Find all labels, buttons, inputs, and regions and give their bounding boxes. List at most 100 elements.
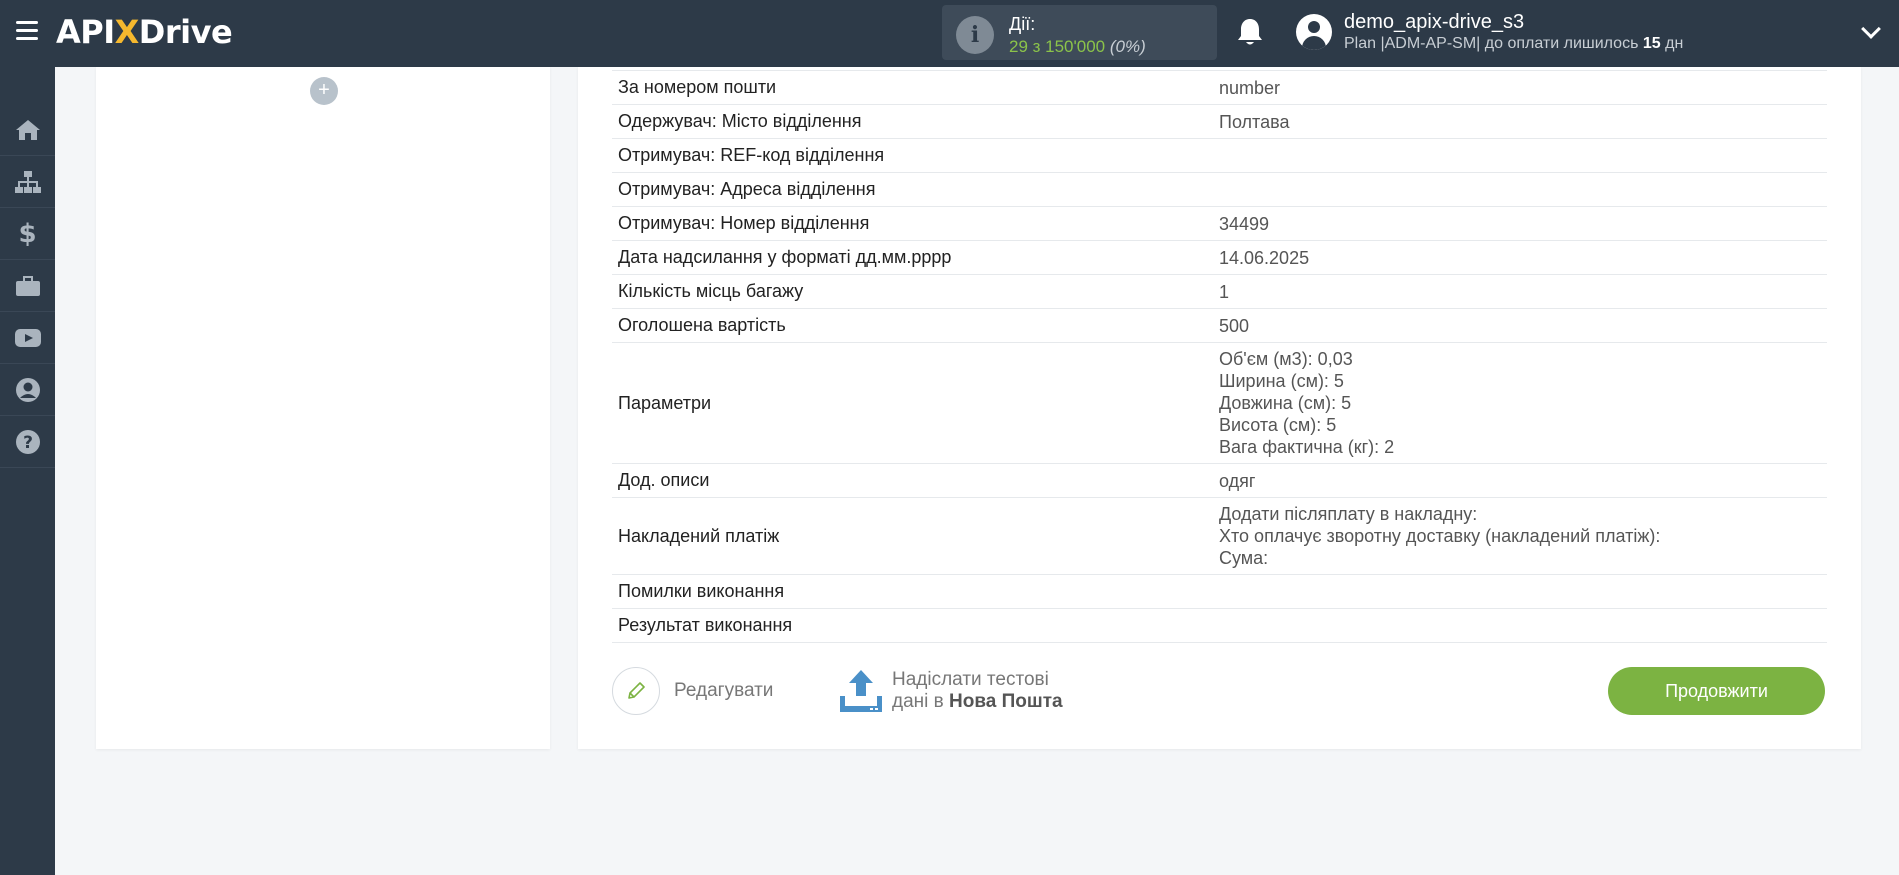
plan-suffix: дн	[1665, 35, 1684, 52]
field-value-line: Полтава	[1219, 111, 1290, 132]
avatar[interactable]	[1296, 14, 1332, 50]
continue-button[interactable]: Продовжити	[1608, 667, 1825, 715]
send-line-2: дані в Нова Пошта	[892, 691, 1063, 713]
send-line-2-prefix: дані в	[892, 691, 944, 712]
field-name: Накладений платіж	[618, 525, 780, 546]
chevron-down-icon[interactable]	[1861, 19, 1881, 39]
home-icon	[15, 119, 40, 140]
table-row: Отримувач: Номер відділення 34499	[612, 207, 1827, 241]
field-name: Оголошена вартість	[618, 315, 786, 335]
table-row: Отримувач: Адреса відділення	[612, 173, 1827, 207]
field-value: 1	[1219, 276, 1827, 308]
field-value: number	[1219, 72, 1827, 104]
svg-text:?: ?	[23, 433, 33, 453]
user-plan: Plan |ADM-AP-SM| до оплати лишилось 15 д…	[1344, 35, 1683, 53]
info-icon: i	[956, 16, 994, 54]
logo-x-text: X	[114, 13, 140, 51]
field-value-line: 34499	[1219, 213, 1270, 234]
edit-label: Редагувати	[674, 680, 774, 701]
field-value: 34499	[1219, 208, 1827, 240]
briefcase-icon	[15, 275, 40, 296]
field-name: Дата надсилання у форматі дд.мм.рррр	[618, 247, 952, 267]
field-name: Одержувач: Місто відділення	[618, 111, 862, 131]
table-row: Одержувач: Місто відділення Полтава	[612, 105, 1827, 139]
table-row: За номером пошти number	[612, 71, 1827, 105]
actions-counter[interactable]: i Дії: 29 з 150'000 (0%)	[942, 5, 1217, 60]
field-name: Результат виконання	[618, 615, 793, 635]
sidebar-item-profile[interactable]	[0, 364, 55, 416]
field-value-line: 1	[1219, 281, 1230, 302]
table-row: Результат виконання	[612, 609, 1827, 643]
flow-panel: +	[96, 67, 550, 749]
field-value: Додати післяплату в накладну: Хто оплачує…	[1219, 498, 1827, 574]
send-target: Нова Пошта	[949, 691, 1063, 712]
sidebar-item-services[interactable]	[0, 260, 55, 312]
field-name: Отримувач: Адреса відділення	[618, 179, 876, 199]
table-row: Отримувач: REF-код відділення	[612, 139, 1827, 173]
field-name: Помилки виконання	[618, 581, 785, 601]
user-name[interactable]: demo_apix-drive_s3	[1344, 11, 1524, 34]
field-value: 14.06.2025	[1219, 242, 1827, 274]
field-value-line: number	[1219, 77, 1281, 98]
actions-count: 29 з 150'000 (0%)	[1009, 37, 1146, 57]
field-value: 500	[1219, 310, 1827, 342]
send-line-1: Надіслати тестові	[892, 669, 1049, 690]
send-test-data-button[interactable]: Надіслати тестові дані в Нова Пошта	[838, 667, 1063, 715]
bell-icon[interactable]	[1236, 17, 1264, 47]
sidebar-item-connections[interactable]	[0, 156, 55, 208]
field-value-line: Висота (см): 5	[1219, 415, 1337, 435]
table-row: Кількість місць багажу 1	[612, 275, 1827, 309]
field-value-line: 500	[1219, 315, 1250, 336]
field-value-line: Об'єм (м3): 0,03	[1219, 349, 1353, 369]
add-step-button[interactable]: +	[310, 77, 338, 105]
field-value-line: Довжина (см): 5	[1219, 393, 1352, 413]
field-name: Кількість місць багажу	[618, 281, 804, 301]
sidebar-item-home[interactable]	[0, 104, 55, 156]
field-value-line: одяг	[1219, 470, 1256, 491]
table-row: Помилки виконання	[612, 575, 1827, 609]
dollar-icon: $	[18, 218, 37, 249]
plan-days: 15	[1642, 35, 1661, 52]
sitemap-icon	[14, 170, 41, 193]
field-name: Отримувач: REF-код відділення	[618, 145, 885, 165]
menu-icon[interactable]	[16, 21, 38, 40]
logo-drive-text: Drive	[138, 13, 233, 51]
table-row: Дод. описи одяг	[612, 464, 1827, 498]
data-table: За номером пошти number Одержувач: Місто в…	[612, 70, 1827, 643]
field-value	[1219, 151, 1827, 161]
field-value-line: 14.06.2025	[1219, 247, 1310, 268]
field-value-line: Сума:	[1219, 548, 1269, 568]
field-value: одяг	[1219, 465, 1827, 497]
help-icon: ?	[15, 429, 40, 454]
table-row: Оголошена вартість 500	[612, 309, 1827, 343]
field-value	[1219, 185, 1827, 195]
field-value-line: Хто оплачує зворотну доставку (накладени…	[1219, 526, 1661, 546]
field-value: Полтава	[1219, 106, 1827, 138]
field-name: За номером пошти	[618, 77, 777, 97]
youtube-icon	[14, 328, 41, 347]
field-value-line: Ширина (см): 5	[1219, 371, 1344, 391]
logo-api-text: API	[56, 13, 115, 51]
sidebar: $ ?	[0, 67, 55, 875]
sidebar-item-help[interactable]: ?	[0, 416, 55, 468]
field-value	[1219, 621, 1827, 631]
field-value: Об'єм (м3): 0,03 Ширина (см): 5 Довжина (с…	[1219, 343, 1827, 463]
table-row: Дата надсилання у форматі дд.мм.рррр 14.0…	[612, 241, 1827, 275]
sidebar-item-billing[interactable]: $	[0, 208, 55, 260]
actions-label: Дії:	[1009, 14, 1036, 34]
actions-percent: (0%)	[1109, 37, 1146, 56]
pencil-icon	[612, 667, 660, 715]
table-row: Накладений платіж Додати післяплату в нак…	[612, 498, 1827, 575]
field-name: Дод. описи	[618, 470, 710, 490]
sidebar-item-video[interactable]	[0, 312, 55, 364]
plan-prefix: Plan |ADM-AP-SM| до оплати лишилось	[1344, 35, 1639, 52]
field-value	[1219, 587, 1827, 597]
field-name: Параметри	[618, 392, 712, 413]
logo[interactable]: APIXDrive	[56, 12, 233, 52]
data-panel: За номером пошти number Одержувач: Місто в…	[578, 67, 1861, 749]
edit-button[interactable]: Редагувати	[612, 667, 773, 715]
send-test-label: Надіслати тестові дані в Нова Пошта	[892, 669, 1063, 713]
field-value-line: Вага фактична (кг): 2	[1219, 437, 1395, 457]
field-value-line: Додати післяплату в накладну:	[1219, 504, 1478, 524]
actions-count-value: 29 з 150'000	[1009, 37, 1106, 56]
